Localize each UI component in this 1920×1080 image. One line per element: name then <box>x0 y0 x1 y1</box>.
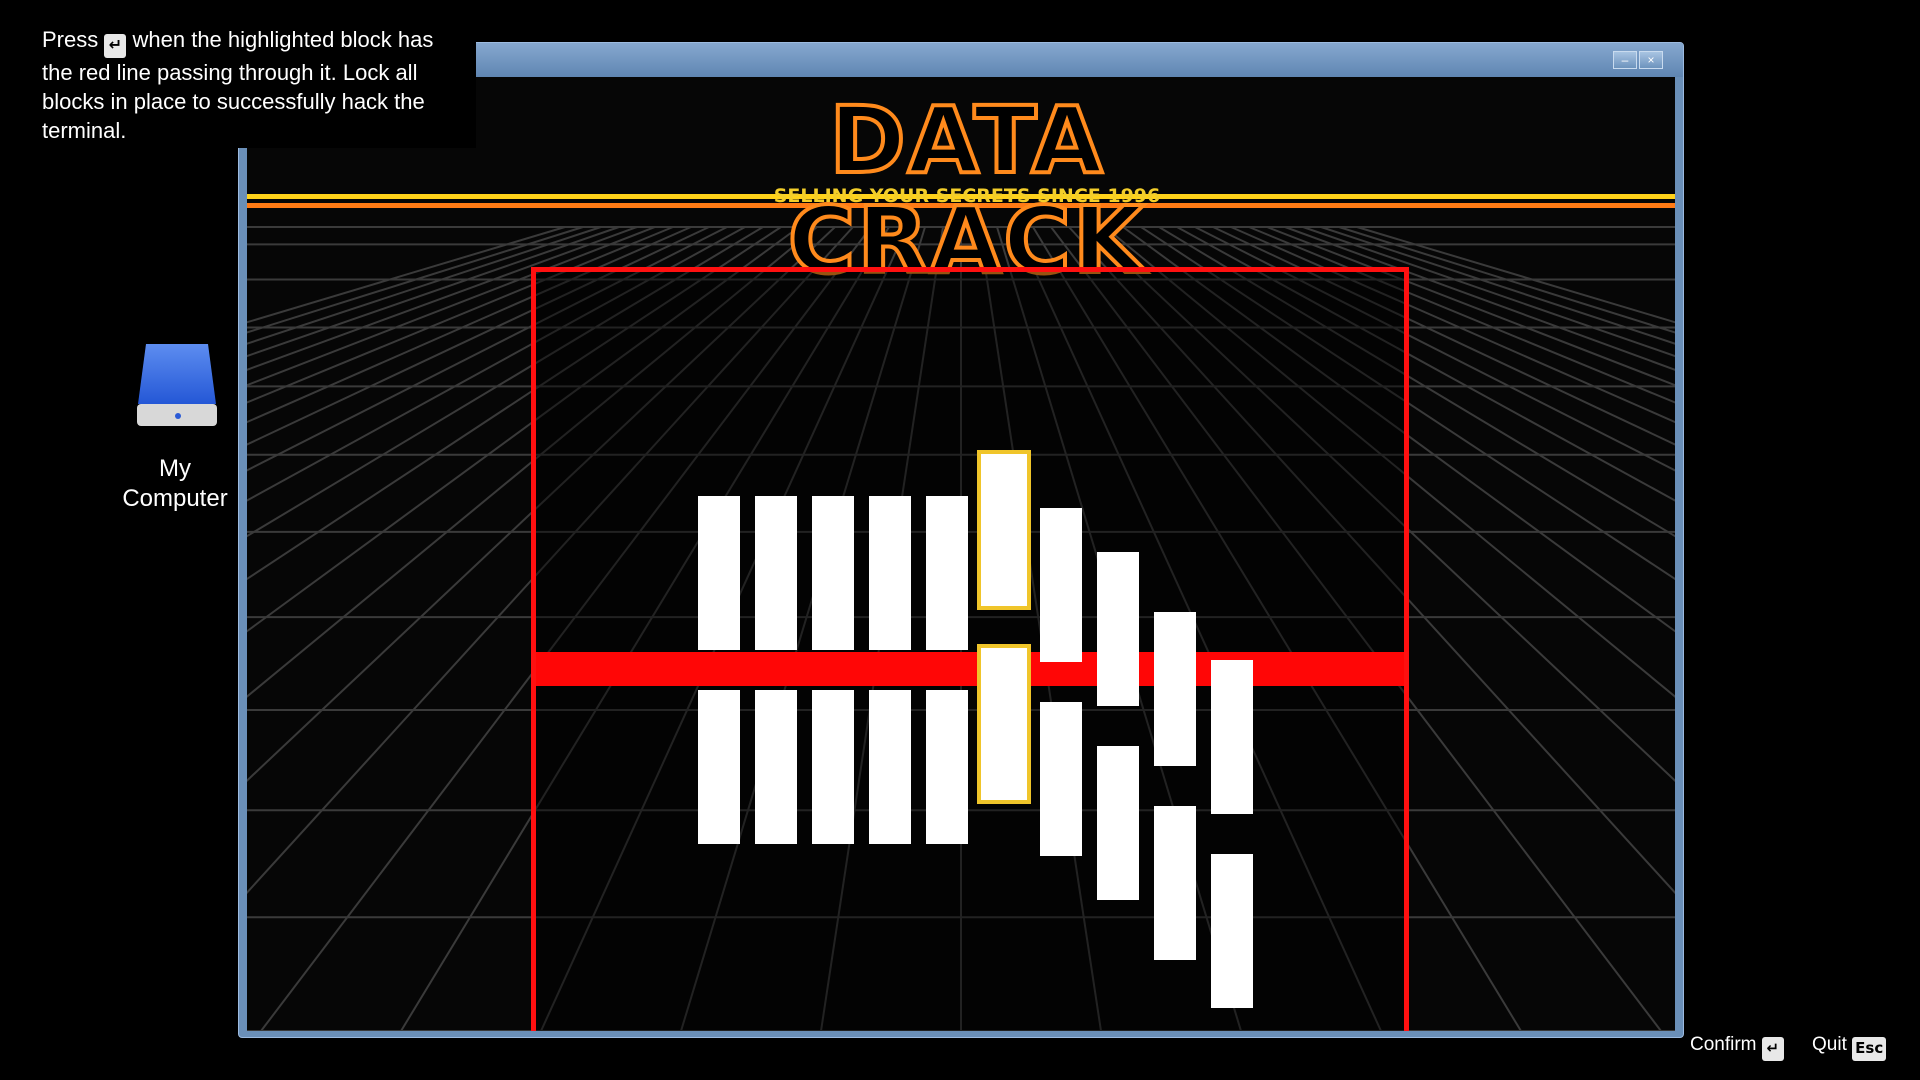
data-block <box>1097 552 1139 706</box>
data-block <box>698 496 740 650</box>
quit-hint[interactable]: Quit Esc <box>1812 1032 1887 1061</box>
my-computer-label: My Computer <box>122 455 228 512</box>
data-crack-logo: DATA CRACK <box>667 89 1267 293</box>
enter-key-icon: ↵ <box>1761 1037 1784 1061</box>
game-tagline: SELLING YOUR SECRETS SINCE 1996 <box>773 185 1161 207</box>
quit-label: Quit <box>1812 1034 1847 1055</box>
confirm-label: Confirm <box>1690 1034 1757 1055</box>
data-block <box>812 690 854 844</box>
close-button[interactable]: × <box>1639 51 1663 69</box>
highlighted-block <box>977 450 1031 610</box>
data-block <box>755 690 797 844</box>
data-block <box>1154 612 1196 766</box>
confirm-hint[interactable]: Confirm ↵ <box>1690 1032 1784 1061</box>
data-block <box>926 496 968 650</box>
hack-arena <box>531 267 1409 1031</box>
data-block <box>926 690 968 844</box>
data-block <box>1211 660 1253 814</box>
esc-key-icon: Esc <box>1852 1037 1887 1061</box>
data-block <box>1097 746 1139 900</box>
red-scan-line <box>536 652 1404 686</box>
data-block <box>755 496 797 650</box>
data-block <box>869 690 911 844</box>
data-block <box>869 496 911 650</box>
help-box: Press ↵ when the highlighted block has t… <box>24 24 476 148</box>
data-block <box>1154 806 1196 960</box>
data-block <box>1040 702 1082 856</box>
instructions-press: Press <box>42 27 99 52</box>
data-block <box>1040 508 1082 662</box>
hard-drive-icon <box>137 344 217 426</box>
instructions-text: when the highlighted block has the red l… <box>42 27 434 143</box>
highlighted-block <box>977 644 1031 804</box>
enter-key-icon: ↵ <box>104 34 127 58</box>
game-viewport: DATA CRACK SELLING YOUR SECRETS SINCE 19… <box>247 77 1675 1031</box>
data-block <box>698 690 740 844</box>
data-block <box>812 496 854 650</box>
minimize-button[interactable]: – <box>1613 51 1637 69</box>
instructions: Press ↵ when the highlighted block has t… <box>42 24 458 145</box>
data-block <box>1211 854 1253 1008</box>
data-crack-window: – × DATA CRACK SELLING YOUR SECRETS SINC… <box>238 42 1684 1038</box>
